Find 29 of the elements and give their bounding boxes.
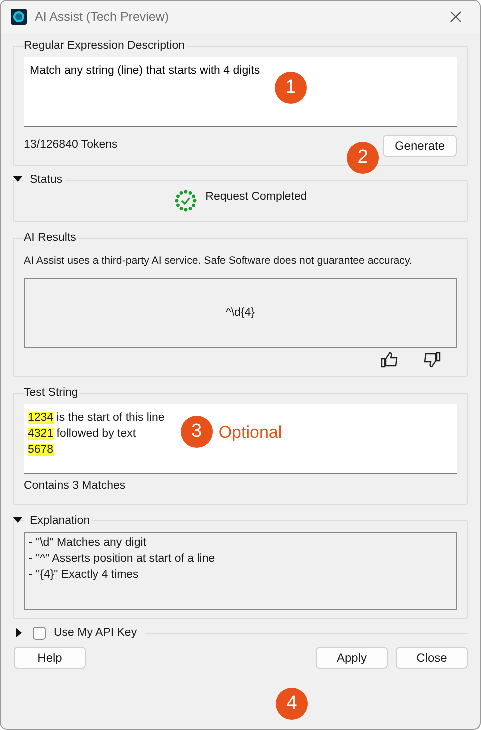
step-marker: 2 [347, 142, 379, 174]
api-key-checkbox[interactable] [33, 626, 46, 640]
window-title: AI Assist (Tech Preview) [35, 8, 170, 26]
close-button[interactable]: Close [396, 646, 468, 669]
group-title: Explanation [30, 514, 90, 528]
app-icon [11, 9, 27, 25]
status-text: Request Completed [206, 190, 308, 206]
thumbs-down-icon[interactable] [423, 352, 441, 368]
disclaimer-text: AI Assist uses a third-party AI service. Safe Software does not guarantee accuracy. [24, 255, 412, 267]
step-marker: 3 [180, 416, 213, 448]
text-line: 4321 followed by text [28, 427, 138, 442]
group-title: Test String [24, 386, 80, 400]
group-title: AI Results [24, 231, 78, 245]
generate-button[interactable]: Generate [383, 135, 457, 157]
group-title: Regular Expression Description [24, 39, 186, 53]
explanation-box: - "\d" Matches any digit - "^" Asserts position at start of a line - "{4}" Exactly 4 times [24, 532, 457, 610]
annotation-label: Optional [218, 422, 282, 444]
token-count: 13/126840 Tokens [24, 138, 118, 154]
step-marker: 4 [276, 688, 308, 720]
success-icon [174, 189, 198, 213]
thumbs-up-icon[interactable] [381, 352, 399, 368]
text-line: 1234 is the start of this line [28, 411, 165, 426]
match-count: Contains 3 Matches [24, 479, 127, 494]
group-title: Status [30, 173, 63, 187]
help-button[interactable]: Help [14, 646, 86, 669]
apply-button[interactable]: Apply [316, 646, 388, 669]
test-string-field[interactable]: 1234 is the start of this line 4321 followed by text 5678 3 Optional [24, 404, 457, 474]
checkbox-label: Use My API Key [54, 626, 138, 640]
regex-text: ^\d{4} [226, 306, 256, 321]
